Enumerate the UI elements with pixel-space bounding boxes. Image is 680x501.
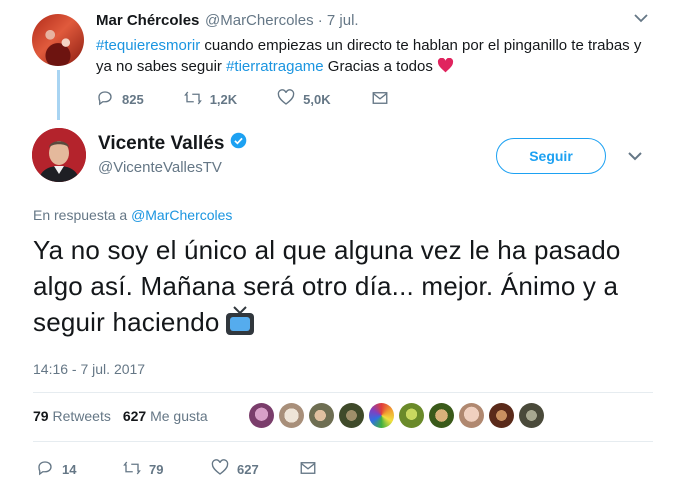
like-count: 5,0K (303, 92, 331, 107)
retweet-count: 1,2K (209, 92, 238, 107)
retweet-icon (183, 89, 202, 110)
heart-icon (277, 89, 295, 110)
tweet-timestamp[interactable]: 14:16 - 7 jul. 2017 (33, 361, 145, 377)
retweet-count: 79 (149, 462, 164, 477)
hashtag-link[interactable]: #tequieresmorir (96, 37, 200, 54)
reply-handle-link[interactable]: @MarChercoles (131, 207, 232, 223)
main-tweet-actions: 14 79 627 (36, 459, 317, 480)
thread-connector-line (57, 70, 60, 120)
liker-avatar[interactable] (309, 403, 334, 428)
liker-avatar[interactable] (249, 403, 274, 428)
main-author-name-row[interactable]: Vicente Vallés (98, 132, 247, 155)
liker-avatar[interactable] (429, 403, 454, 428)
retweet-button[interactable]: 1,2K (183, 89, 238, 110)
hashtag-link[interactable]: #tierratragame (226, 58, 324, 75)
reply-count: 825 (122, 92, 144, 107)
reply-button[interactable]: 825 (96, 89, 144, 110)
reply-icon (36, 459, 54, 480)
heart-icon (211, 459, 229, 480)
television-emoji-icon (224, 305, 256, 346)
liker-avatar[interactable] (489, 403, 514, 428)
direct-message-button[interactable] (371, 89, 389, 110)
retweets-stat[interactable]: 79 Retweets (33, 408, 111, 424)
original-tweet-actions: 825 1,2K 5,0K (96, 89, 389, 110)
direct-message-button[interactable] (299, 459, 317, 480)
retweet-button[interactable]: 79 (123, 459, 211, 480)
original-author-name[interactable]: Mar Chércoles (96, 12, 199, 29)
original-author-meta: @MarChercoles · 7 jul. (205, 12, 359, 29)
engagement-stats: 79 Retweets 627 Me gusta (33, 408, 208, 424)
main-tweet-text: Ya no soy el único al que alguna vez le … (33, 232, 653, 346)
reply-context: En respuesta a @MarChercoles (33, 207, 232, 223)
original-author-avatar[interactable] (32, 14, 84, 66)
main-tweet-body: Ya no soy el único al que alguna vez le … (33, 235, 621, 337)
original-tweet-menu-icon[interactable] (634, 10, 648, 27)
original-tweet-text: #tequieresmorir cuando empiezas un direc… (96, 35, 656, 77)
retweet-icon (123, 459, 141, 480)
liker-avatar[interactable] (459, 403, 484, 428)
liker-avatar[interactable] (399, 403, 424, 428)
reply-prefix: En respuesta a (33, 207, 132, 223)
divider (33, 392, 653, 393)
liker-avatar[interactable] (369, 403, 394, 428)
likes-stat-label: Me gusta (150, 408, 208, 424)
likes-stat[interactable]: 627 Me gusta (123, 408, 208, 424)
likes-stat-count: 627 (122, 408, 147, 424)
liker-avatars (249, 403, 544, 428)
main-author-avatar[interactable] (32, 128, 86, 182)
liker-avatar[interactable] (339, 403, 364, 428)
red-heart-emoji-icon (437, 57, 454, 75)
envelope-icon (371, 89, 389, 110)
verified-badge-icon (230, 132, 247, 155)
like-count: 627 (237, 462, 259, 477)
tweet-text-segment: Gracias a todos (323, 58, 438, 75)
retweets-stat-count: 79 (33, 408, 49, 424)
reply-icon (96, 89, 114, 110)
like-button[interactable]: 5,0K (277, 89, 331, 110)
liker-avatar[interactable] (519, 403, 544, 428)
envelope-icon (299, 459, 317, 480)
reply-button[interactable]: 14 (36, 459, 123, 480)
chevron-down-icon[interactable] (627, 148, 643, 166)
reply-count: 14 (62, 462, 77, 477)
liker-avatar[interactable] (279, 403, 304, 428)
divider (33, 441, 653, 442)
like-button[interactable]: 627 (211, 459, 299, 480)
main-author-name[interactable]: Vicente Vallés (98, 133, 224, 155)
main-author-handle[interactable]: @VicenteVallesTV (98, 159, 222, 176)
follow-button[interactable]: Seguir (496, 138, 606, 174)
retweets-stat-label: Retweets (52, 408, 111, 424)
